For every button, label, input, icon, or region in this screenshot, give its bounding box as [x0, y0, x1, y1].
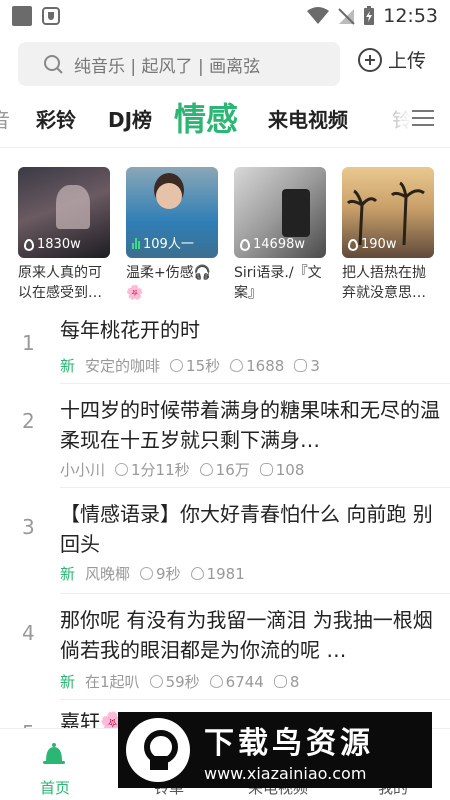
plus-circle-icon — [358, 47, 382, 72]
playlist-card[interactable]: 1830w 原来人真的可以在感受到… — [18, 167, 110, 303]
tab-emotion[interactable]: 情感 — [174, 94, 238, 140]
playlist-cover: 14698w — [234, 167, 326, 258]
author-name: 安定的咖啡 — [85, 357, 161, 375]
divider — [60, 699, 450, 700]
comment-count: 108 — [275, 460, 305, 479]
playing-bars-icon — [132, 237, 140, 249]
playlist-card[interactable]: 190w 把人捂热在抛弃就没意思… — [342, 167, 434, 303]
home-bell-icon — [43, 743, 65, 764]
flame-icon — [230, 358, 244, 372]
like-count: 6744 — [225, 672, 264, 691]
clock-icon — [149, 675, 163, 688]
search-placeholder: 纯音乐 | 起风了 | 画离弦 — [74, 56, 261, 77]
category-tabs: 音 彩铃 DJ榜 情感 来电视频 铃 — [0, 92, 450, 148]
comment-count: 3 — [310, 356, 320, 375]
playlist-title: 把人捂热在抛弃就没意思… — [342, 265, 426, 301]
item-meta: 小小川 1分11秒 16万 108 — [60, 459, 304, 480]
duration: 15秒 — [186, 357, 221, 375]
flame-icon — [348, 238, 358, 251]
playlist-cover: 190w — [342, 167, 434, 258]
like-count: 16万 — [215, 461, 250, 479]
comment-icon — [273, 674, 287, 688]
watermark-banner: 下载鸟资源 www.xiazainiao.com — [118, 712, 432, 788]
flame-icon — [240, 238, 250, 251]
flame-icon — [190, 566, 204, 580]
nav-home[interactable]: 首页 — [40, 777, 70, 798]
author-name: 小小川 — [60, 461, 106, 479]
item-meta: 新 在1起叭 59秒 6744 8 — [60, 671, 299, 692]
flame-icon — [209, 674, 223, 688]
flame-icon — [24, 238, 34, 251]
flame-icon — [199, 463, 213, 476]
clock-icon — [170, 359, 184, 372]
playlist-cards: 1830w 原来人真的可以在感受到… 109人一 温柔+伤感🎧🌸 14698w … — [18, 167, 438, 303]
rank-number: 2 — [22, 409, 35, 433]
play-count: 190w — [361, 237, 397, 252]
tab-caling[interactable]: 彩铃 — [36, 104, 76, 133]
new-badge: 新 — [60, 673, 76, 691]
upload-button[interactable]: 上传 — [358, 46, 426, 73]
shield-icon — [42, 7, 60, 25]
comment-icon — [294, 358, 308, 372]
item-meta: 新 安定的咖啡 15秒 1688 3 — [60, 355, 320, 376]
item-meta: 新 风晚椰 9秒 1981 — [60, 563, 245, 584]
wifi-icon — [307, 7, 330, 24]
upload-label: 上传 — [388, 50, 427, 72]
item-title: 【情感语录】你大好青春怕什么 向前跑 别回头 — [60, 502, 433, 556]
play-count: 1830w — [37, 237, 81, 252]
search-row: 纯音乐 | 起风了 | 画离弦 上传 — [0, 42, 450, 88]
playlist-card[interactable]: 109人一 温柔+伤感🎧🌸 — [126, 167, 218, 303]
clock-icon — [115, 463, 129, 476]
duration: 59秒 — [165, 673, 200, 691]
duration: 9秒 — [156, 565, 181, 583]
new-badge: 新 — [60, 565, 76, 583]
playlist-cover: 109人一 — [126, 167, 218, 258]
watermark-title: 下载鸟资源 — [204, 725, 374, 761]
playlist-title: 温柔+伤感🎧🌸 — [126, 265, 212, 301]
item-title: 每年桃花开的时 — [60, 318, 200, 342]
rank-number: 4 — [22, 621, 35, 645]
tab-dj[interactable]: DJ榜 — [108, 104, 152, 133]
clock-icon — [140, 567, 154, 580]
item-title: 十四岁的时候带着满身的糖果味和无尽的温柔现在十五岁就只剩下满身… — [60, 398, 440, 452]
duration: 1分11秒 — [131, 461, 190, 479]
divider — [60, 487, 450, 488]
no-signal-icon — [338, 8, 355, 25]
new-badge: 新 — [60, 357, 76, 375]
play-count: 109人一 — [143, 237, 194, 252]
watermark-logo-icon — [126, 718, 190, 782]
divider — [60, 593, 450, 594]
like-count: 1981 — [206, 564, 245, 583]
search-input[interactable]: 纯音乐 | 起风了 | 画离弦 — [18, 42, 340, 86]
watermark-url: www.xiazainiao.com — [204, 763, 367, 783]
tab-partial-left[interactable]: 音 — [0, 104, 10, 133]
divider — [60, 383, 450, 384]
status-bar: 12:53 — [0, 0, 450, 32]
item-title: 那你呢 有没有为我留一滴泪 为我抽一根烟 倘若我的眼泪都是为你流的呢 … — [60, 608, 433, 662]
author-name: 风晚椰 — [85, 565, 131, 583]
tab-fade — [380, 92, 412, 147]
search-icon — [44, 55, 63, 74]
tab-call-video[interactable]: 来电视频 — [268, 104, 348, 133]
playlist-title: 原来人真的可以在感受到… — [18, 265, 102, 301]
battery-charging-icon — [364, 6, 375, 25]
playlist-card[interactable]: 14698w Siri语录./『文案』 — [234, 167, 326, 303]
playlist-title: Siri语录./『文案』 — [234, 265, 322, 301]
rank-number: 1 — [22, 331, 35, 355]
play-count: 14698w — [253, 237, 305, 252]
notification-square-icon — [12, 6, 32, 26]
rank-number: 3 — [22, 515, 35, 539]
status-time: 12:53 — [383, 5, 438, 27]
comment-count: 8 — [289, 672, 300, 691]
menu-icon[interactable] — [412, 108, 434, 128]
author-name: 在1起叭 — [85, 673, 140, 691]
like-count: 1688 — [246, 356, 285, 375]
comment-icon — [259, 462, 273, 476]
playlist-cover: 1830w — [18, 167, 110, 258]
